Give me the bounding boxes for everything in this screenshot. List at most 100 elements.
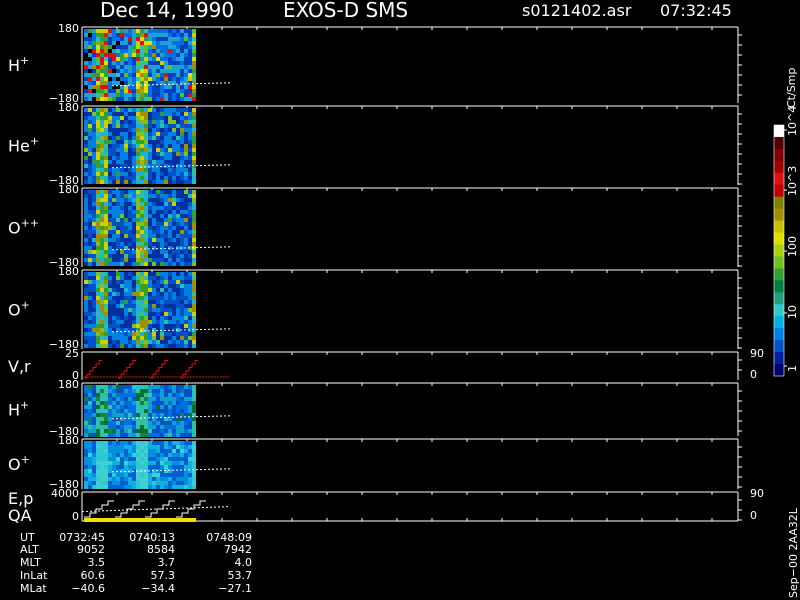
- trace-point: [216, 82, 218, 84]
- heatmap-cell: [148, 393, 152, 397]
- heatmap-cell: [128, 148, 132, 152]
- heatmap-cell: [172, 198, 176, 202]
- heatmap-cell: [168, 272, 172, 276]
- heatmap-cell: [160, 222, 164, 226]
- heatmap-cell: [132, 477, 136, 481]
- heatmap-cell: [192, 481, 196, 485]
- heatmap-cell: [104, 288, 108, 292]
- heatmap-cell: [132, 65, 136, 69]
- heatmap-cell: [156, 312, 160, 316]
- heatmap-cell: [88, 210, 92, 214]
- heatmap-cell: [116, 312, 120, 316]
- heatmap-cell: [176, 198, 180, 202]
- trace-point: [170, 508, 172, 510]
- heatmap-cell: [104, 85, 108, 89]
- heatmap-cell: [136, 485, 140, 489]
- heatmap-cell: [156, 429, 160, 433]
- heatmap-cell: [92, 168, 96, 172]
- heatmap-cell: [120, 73, 124, 77]
- heatmap-cell: [172, 41, 176, 45]
- heatmap-cell: [136, 160, 140, 164]
- heatmap-cell: [148, 29, 152, 33]
- heatmap-cell: [120, 168, 124, 172]
- heatmap-cell: [136, 397, 140, 401]
- heatmap-cell: [144, 242, 148, 246]
- heatmap-cell: [116, 65, 120, 69]
- heatmap-cell: [176, 308, 180, 312]
- heatmap-cell: [192, 304, 196, 308]
- heatmap-cell: [160, 316, 164, 320]
- heatmap-cell: [132, 485, 136, 489]
- trace-point: [112, 471, 114, 473]
- heatmap-cell: [108, 168, 112, 172]
- heatmap-cell: [120, 69, 124, 73]
- heatmap-cell: [124, 218, 128, 222]
- heatmap-cell: [84, 262, 88, 266]
- heatmap-cell: [144, 238, 148, 242]
- heatmap-cell: [156, 210, 160, 214]
- heatmap-cell: [96, 124, 100, 128]
- trace-point: [192, 416, 194, 418]
- heatmap-cell: [172, 230, 176, 234]
- trace-point: [136, 248, 138, 250]
- heatmap-cell: [96, 132, 100, 136]
- heatmap-cell: [108, 89, 112, 93]
- heatmap-cell: [156, 280, 160, 284]
- heatmap-cell: [184, 385, 188, 389]
- heatmap-cell: [152, 194, 156, 198]
- heatmap-cell: [184, 401, 188, 405]
- heatmap-cell: [128, 37, 132, 41]
- heatmap-cell: [172, 65, 176, 69]
- heatmap-cell: [144, 481, 148, 485]
- heatmap-cell: [192, 262, 196, 266]
- heatmap-cell: [188, 340, 192, 344]
- heatmap-cell: [184, 168, 188, 172]
- trace-point: [200, 247, 202, 249]
- heatmap-cell: [84, 33, 88, 37]
- trace-point: [152, 248, 154, 250]
- heatmap-cell: [100, 108, 104, 112]
- ephemeris-value: 8584: [147, 543, 175, 556]
- heatmap-cell: [120, 477, 124, 481]
- heatmap-cell: [116, 140, 120, 144]
- heatmap-cell: [140, 53, 144, 57]
- heatmap-cell: [124, 37, 128, 41]
- heatmap-cell: [192, 194, 196, 198]
- heatmap-cell: [140, 89, 144, 93]
- heatmap-cell: [132, 198, 136, 202]
- heatmap-cell: [168, 198, 172, 202]
- series-line: [150, 360, 168, 379]
- heatmap-cell: [124, 108, 128, 112]
- heatmap-cell: [100, 136, 104, 140]
- heatmap-cell: [92, 441, 96, 445]
- heatmap-cell: [128, 453, 132, 457]
- heatmap-cell: [184, 453, 188, 457]
- heatmap-cell: [184, 180, 188, 184]
- heatmap-cell: [132, 116, 136, 120]
- heatmap-cell: [168, 258, 172, 262]
- heatmap-cell: [164, 238, 168, 242]
- heatmap-cell: [132, 250, 136, 254]
- heatmap-cell: [184, 206, 188, 210]
- heatmap-cell: [156, 218, 160, 222]
- heatmap-cell: [88, 300, 92, 304]
- heatmap-cell: [100, 417, 104, 421]
- ephemeris-value: −40.6: [71, 582, 105, 595]
- heatmap-cell: [168, 262, 172, 266]
- heatmap-cell: [192, 417, 196, 421]
- heatmap-cell: [92, 280, 96, 284]
- heatmap-cell: [164, 89, 168, 93]
- heatmap-cell: [164, 413, 168, 417]
- heatmap-cell: [152, 320, 156, 324]
- trace-point: [134, 509, 136, 511]
- heatmap-cell: [108, 320, 112, 324]
- heatmap-cell: [136, 112, 140, 116]
- heatmap-cell: [136, 97, 140, 101]
- heatmap-cell: [136, 108, 140, 112]
- series-line: [115, 500, 145, 518]
- heatmap-cell: [168, 304, 172, 308]
- heatmap-cell: [116, 222, 120, 226]
- heatmap-cell: [88, 152, 92, 156]
- ephemeris-value: −27.1: [218, 582, 252, 595]
- heatmap-cell: [192, 222, 196, 226]
